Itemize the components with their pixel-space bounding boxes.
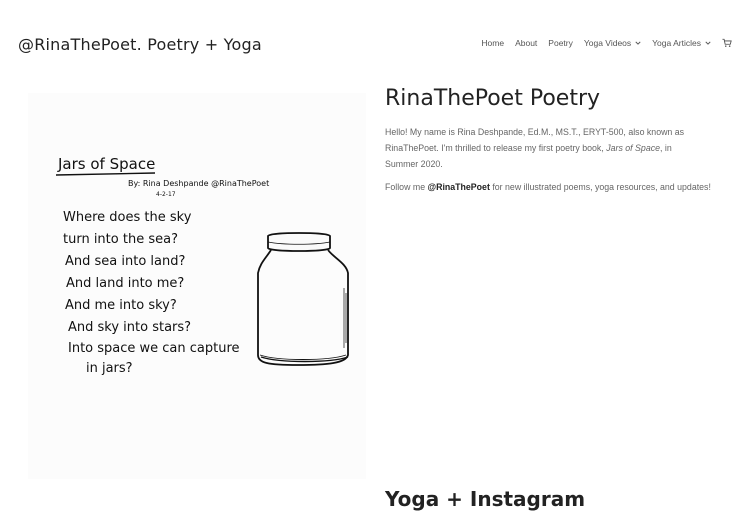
- site-title[interactable]: @RinaThePoet. Poetry + Yoga: [18, 35, 262, 54]
- poem-date: 4-2-17: [156, 191, 176, 198]
- chevron-down-icon: [705, 41, 711, 45]
- poem-line: turn into the sea?: [63, 232, 178, 247]
- poem-line: And sea into land?: [65, 254, 185, 269]
- poem-line: And me into sky?: [65, 298, 177, 313]
- nav-yoga-articles-label: Yoga Articles: [652, 38, 701, 48]
- chevron-down-icon: [635, 41, 641, 45]
- nav-poetry[interactable]: Poetry: [548, 38, 573, 48]
- poem-illustration: Jars of Space By: Rina Deshpande @RinaTh…: [55, 155, 349, 376]
- page-title: RinaThePoet Poetry: [385, 86, 601, 111]
- poem-title: Jars of Space: [57, 155, 155, 173]
- poem-byline: By: Rina Deshpande @RinaThePoet: [128, 179, 269, 188]
- nav-home-label: Home: [481, 38, 505, 48]
- nav-poetry-label: Poetry: [548, 38, 573, 48]
- poem-line: Where does the sky: [63, 210, 192, 225]
- jar-drawing: [257, 232, 349, 366]
- nav-home[interactable]: Home: [481, 38, 504, 48]
- section-heading: Yoga + Instagram: [385, 487, 586, 511]
- nav-about[interactable]: About: [515, 38, 537, 48]
- poem-line: in jars?: [86, 361, 133, 376]
- poem-line: And land into me?: [66, 276, 184, 291]
- site-header: @RinaThePoet. Poetry + Yoga Home About P…: [0, 0, 750, 90]
- cart-icon[interactable]: [722, 38, 732, 48]
- nav-yoga-videos-label: Yoga Videos: [583, 38, 632, 48]
- main-nav: Home About Poetry Yoga Videos Yoga Artic…: [481, 38, 732, 48]
- nav-about-label: About: [515, 38, 538, 48]
- intro-paragraph: Hello! My name is Rina Deshpande, Ed.M.,…: [385, 124, 707, 172]
- poem-line: Into space we can capture: [68, 341, 240, 356]
- instagram-handle-link[interactable]: @RinaThePoet: [428, 182, 490, 192]
- follow-paragraph: Follow me @RinaThePoet for new illustrat…: [385, 180, 711, 194]
- book-title: Jars of Space: [606, 143, 661, 153]
- nav-yoga-articles[interactable]: Yoga Articles: [652, 38, 711, 48]
- poem-image: Jars of Space By: Rina Deshpande @RinaTh…: [28, 93, 366, 479]
- follow-text-end: for new illustrated poems, yoga resource…: [489, 182, 711, 192]
- poem-line: And sky into stars?: [68, 320, 191, 335]
- follow-text-start: Follow me: [385, 182, 428, 192]
- nav-yoga-videos[interactable]: Yoga Videos: [584, 38, 641, 48]
